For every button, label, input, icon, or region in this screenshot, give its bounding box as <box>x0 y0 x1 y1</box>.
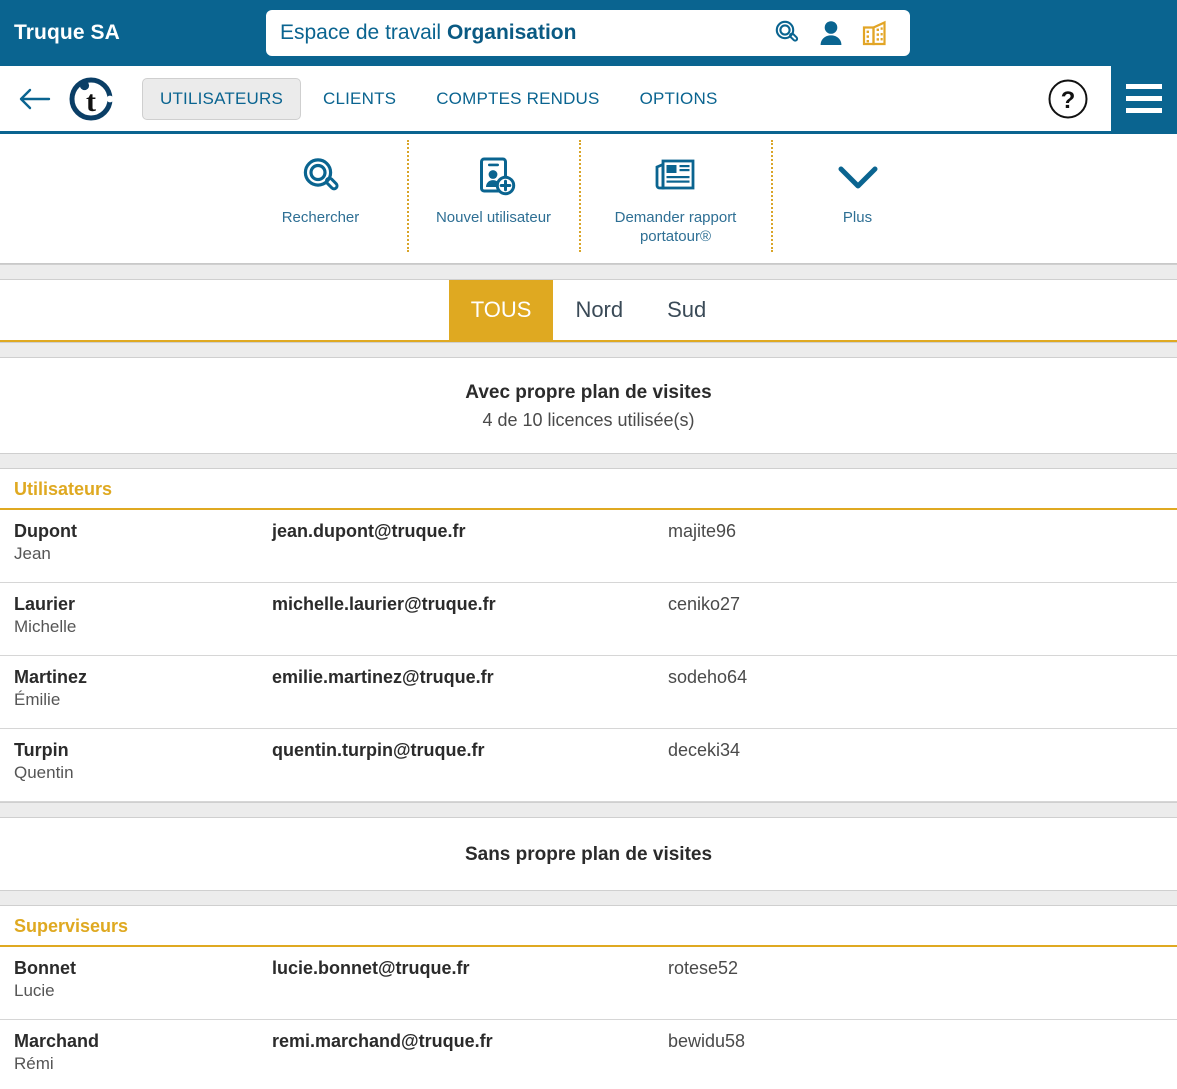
user-email: lucie.bonnet@truque.fr <box>272 958 470 978</box>
divider-band <box>0 342 1177 358</box>
user-email: emilie.martinez@truque.fr <box>272 667 494 687</box>
user-email: michelle.laurier@truque.fr <box>272 594 496 614</box>
brand-title: Truque SA <box>14 21 120 44</box>
add-user-card-icon <box>471 152 517 202</box>
user-username: majite96 <box>668 521 737 541</box>
search-icon[interactable] <box>772 18 802 48</box>
user-firstname: Émilie <box>14 690 61 710</box>
user-firstname: Lucie <box>14 981 55 1001</box>
user-lastname: Turpin <box>14 740 69 760</box>
user-list-without-plan: Bonnet Lucie lucie.bonnet@truque.fr rote… <box>0 947 1177 1089</box>
license-usage-text: 4 de 10 licences utilisée(s) <box>482 410 695 430</box>
newspaper-report-icon <box>652 152 700 202</box>
toolbar-label: Plus <box>842 209 873 226</box>
user-email: remi.marchand@truque.fr <box>272 1031 493 1051</box>
magnifier-icon <box>298 152 344 202</box>
truque-t-logo[interactable]: t <box>66 74 116 124</box>
user-username: ceniko27 <box>668 594 741 614</box>
svg-text:t: t <box>86 85 96 118</box>
filter-tab-sud[interactable]: Sud <box>645 280 728 340</box>
workspace-selector[interactable]: Espace de travail Organisation <box>266 10 910 56</box>
user-username: deceki34 <box>668 740 741 760</box>
workspace-name: Organisation <box>446 21 577 44</box>
user-firstname: Rémi <box>14 1054 54 1074</box>
hamburger-bar <box>1126 108 1162 113</box>
user-name-cell: Marchand Rémi <box>14 1029 272 1076</box>
user-firstname: Quentin <box>14 763 74 783</box>
region-filter-bar: TOUS Nord Sud <box>0 280 1177 342</box>
toolbar-label: Nouvel utilisateur <box>435 209 552 226</box>
toolbar-label: Demander rapport portatour® <box>614 209 737 246</box>
app-header: Truque SA Espace de travail Organisation <box>0 0 1177 66</box>
hamburger-bar <box>1126 96 1162 101</box>
workspace-prefix: Espace de travail <box>280 21 447 44</box>
user-lastname: Bonnet <box>14 958 76 978</box>
toolbar-button-plus[interactable]: Plus <box>770 140 943 252</box>
toolbar-label: Rechercher <box>281 209 360 226</box>
divider-band <box>0 264 1177 280</box>
user-username: bewidu58 <box>668 1031 746 1051</box>
user-email: quentin.turpin@truque.fr <box>272 740 485 760</box>
help-icon[interactable]: ? <box>1025 66 1111 131</box>
user-firstname: Jean <box>14 544 51 564</box>
svg-text:?: ? <box>1061 87 1076 114</box>
group-header-superviseurs: Superviseurs <box>0 906 1177 947</box>
nav-tab-comptes-rendus[interactable]: COMPTES RENDUS <box>418 78 617 120</box>
user-lastname: Marchand <box>14 1031 100 1051</box>
toolbar-button-demander-rapport[interactable]: Demander rapport portatour® <box>578 140 771 252</box>
hamburger-menu-icon[interactable] <box>1111 66 1177 131</box>
user-name-cell: Martinez Émilie <box>14 665 272 712</box>
toolbar-button-nouvel-utilisateur[interactable]: Nouvel utilisateur <box>406 140 579 252</box>
user-lastname: Martinez <box>14 667 88 687</box>
region-filter-tabs: TOUS Nord Sud <box>448 280 729 340</box>
section-title: Avec propre plan de visites <box>465 382 712 403</box>
toolbar-button-rechercher[interactable]: Rechercher <box>235 140 407 252</box>
section-title: Sans propre plan de visites <box>464 844 713 865</box>
company-building-icon[interactable] <box>860 18 890 48</box>
user-firstname: Michelle <box>14 617 77 637</box>
user-email: jean.dupont@truque.fr <box>272 521 466 541</box>
workspace-label: Espace de travail Organisation <box>280 21 772 45</box>
divider-band <box>0 890 1177 906</box>
nav-tab-options[interactable]: OPTIONS <box>622 78 736 120</box>
group-header-utilisateurs: Utilisateurs <box>0 469 1177 510</box>
section-without-plan-heading: Sans propre plan de visites <box>0 818 1177 890</box>
hamburger-bar <box>1126 84 1162 89</box>
main-navigation: t UTILISATEURS CLIENTS COMPTES RENDUS OP… <box>0 66 1177 134</box>
group-header-label: Superviseurs <box>14 916 129 936</box>
user-name-cell: Turpin Quentin <box>14 738 272 785</box>
divider-band <box>0 453 1177 469</box>
user-lastname: Dupont <box>14 521 77 541</box>
user-icon[interactable] <box>818 19 844 47</box>
nav-tab-list: UTILISATEURS CLIENTS COMPTES RENDUS OPTI… <box>142 77 736 120</box>
section-with-plan-heading: Avec propre plan de visites 4 de 10 lice… <box>0 358 1177 453</box>
user-name-cell: Dupont Jean <box>14 519 272 566</box>
back-arrow-icon[interactable] <box>0 85 66 113</box>
user-list-with-plan: Dupont Jean jean.dupont@truque.fr majite… <box>0 510 1177 802</box>
filter-tab-tous[interactable]: TOUS <box>448 280 554 340</box>
filter-tab-nord[interactable]: Nord <box>553 280 645 340</box>
table-row[interactable]: Bonnet Lucie lucie.bonnet@truque.fr rote… <box>0 947 1177 1020</box>
user-name-cell: Bonnet Lucie <box>14 956 272 1003</box>
user-username: sodeho64 <box>668 667 748 687</box>
nav-right-actions: ? <box>1025 66 1177 131</box>
table-row[interactable]: Dupont Jean jean.dupont@truque.fr majite… <box>0 510 1177 583</box>
table-row[interactable]: Turpin Quentin quentin.turpin@truque.fr … <box>0 729 1177 802</box>
action-toolbar: Rechercher Nouvel utilisateur Demander r… <box>0 134 1177 264</box>
nav-tab-clients[interactable]: CLIENTS <box>305 78 414 120</box>
chevron-down-icon <box>830 152 886 202</box>
group-header-label: Utilisateurs <box>14 479 113 499</box>
nav-tab-utilisateurs[interactable]: UTILISATEURS <box>142 77 301 120</box>
table-row[interactable]: Laurier Michelle michelle.laurier@truque… <box>0 583 1177 656</box>
user-lastname: Laurier <box>14 594 76 614</box>
table-row[interactable]: Martinez Émilie emilie.martinez@truque.f… <box>0 656 1177 729</box>
divider-band <box>0 802 1177 818</box>
user-name-cell: Laurier Michelle <box>14 592 272 639</box>
user-username: rotese52 <box>668 958 739 978</box>
workspace-actions <box>772 18 896 48</box>
table-row[interactable]: Marchand Rémi remi.marchand@truque.fr be… <box>0 1020 1177 1089</box>
